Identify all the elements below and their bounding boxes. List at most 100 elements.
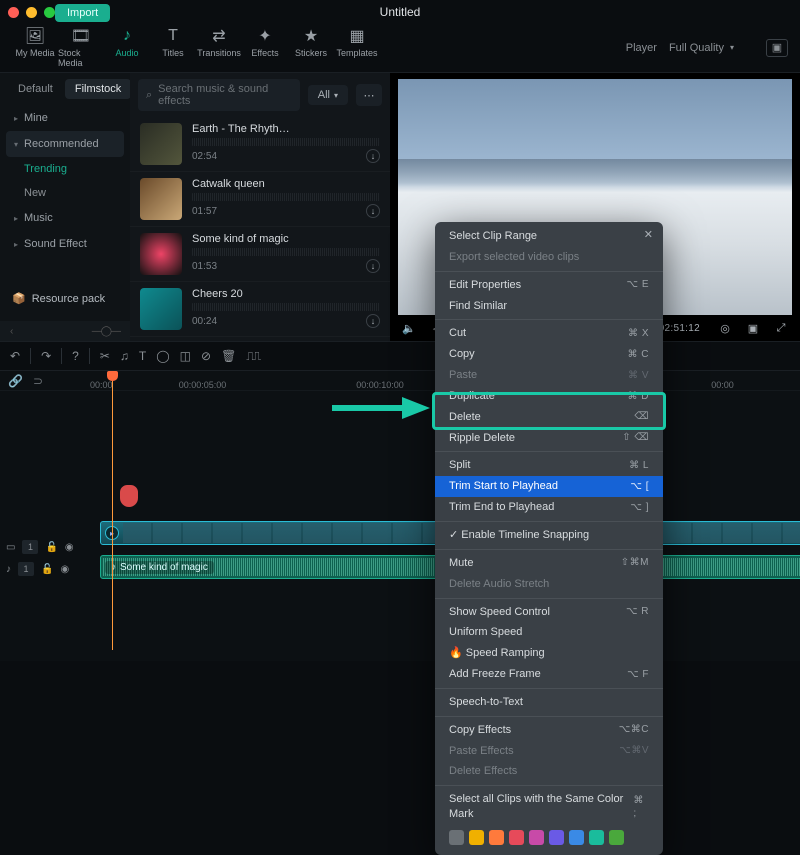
track-row[interactable]: Earth - The Rhyth…02:54↓ [130,117,390,172]
close-dot[interactable] [8,7,19,18]
ctx-item[interactable]: Find Similar [435,296,663,317]
minimize-dot[interactable] [26,7,37,18]
mixer-icon[interactable]: ⎍⎍ [246,349,259,364]
marker-icon[interactable]: ◯ [156,349,169,363]
ctx-item[interactable]: Trim End to Playhead⌥ ] [435,497,663,518]
ctx-item[interactable]: Speech-to-Text [435,692,663,713]
tab-stickers[interactable]: ★Stickers [288,27,334,68]
download-icon[interactable]: ↓ [366,149,380,163]
audio-lane-header[interactable]: ♪1🔓◉ [6,562,74,576]
track-row[interactable]: Happy Holidays-Al…01:09↓ [130,337,390,341]
close-icon[interactable]: ✕ [644,228,653,241]
camera-icon[interactable]: ◎ [716,322,734,335]
tab-stock-media[interactable]: 🎞Stock Media [58,27,104,68]
ctx-item[interactable]: Trim Start to Playhead⌥ [ [435,476,663,497]
lock-icon[interactable]: 🔓 [45,542,57,553]
source-tab-default[interactable]: Default [8,79,63,99]
ctx-item[interactable]: Select all Clips with the Same Color Mar… [435,789,663,825]
chevron-left-icon[interactable]: ‹ [10,326,13,337]
ctx-item[interactable]: 🔥 Speed Ramping [435,643,663,664]
snapshot-button[interactable]: ▣ [766,39,788,57]
quality-dropdown[interactable]: Full Quality▾ [669,42,734,54]
ctx-label: 🔥 Speed Ramping [449,646,545,661]
sidebar-item-sound-effect[interactable]: ▸Sound Effect [0,231,130,257]
ctx-label: Paste Effects [449,744,514,759]
tab-my-media[interactable]: 🖼My Media [12,27,58,68]
ctx-item[interactable]: Copy⌘ C [435,344,663,365]
sidebar-item-new[interactable]: New [0,181,130,205]
ctx-item[interactable]: Split⌘ L [435,455,663,476]
ctx-item[interactable]: Copy Effects⌥⌘C [435,720,663,741]
speed-icon[interactable]: ⊘ [201,349,211,363]
ctx-item[interactable]: Edit Properties⌥ E [435,275,663,296]
ctx-item[interactable]: Mute⇧⌘M [435,553,663,574]
sidebar-item-mine[interactable]: ▸Mine [0,105,130,131]
undo-icon[interactable]: ↶ [10,349,20,363]
color-swatch[interactable] [589,830,604,845]
track-thumb [140,288,182,330]
tab-transitions[interactable]: ⇄Transitions [196,27,242,68]
ctx-label: Delete [449,410,481,425]
text-icon[interactable]: T [139,349,146,363]
cut-icon[interactable]: ✂ [100,349,110,363]
ctx-item[interactable]: Ripple Delete⇧ ⌫ [435,428,663,449]
crop-icon[interactable]: ▣ [744,322,762,335]
ctx-item[interactable]: Duplicate⌘ D [435,386,663,407]
ctx-item[interactable]: Delete⌫ [435,407,663,428]
download-icon[interactable]: ↓ [366,204,380,218]
ctx-item: Delete Audio Stretch [435,574,663,595]
maximize-dot[interactable] [44,7,55,18]
sidebar-item-trending[interactable]: Trending [0,157,130,181]
track-row[interactable]: Some kind of magic01:53↓ [130,227,390,282]
filter-all-dropdown[interactable]: All▾ [308,85,348,105]
source-tab-filmstock[interactable]: Filmstock [65,79,131,99]
ctx-item[interactable]: Show Speed Control⌥ R [435,602,663,623]
ctx-item[interactable]: Enable Timeline Snapping [435,525,663,546]
audio-clip-label: Some kind of magic [120,562,208,573]
crop-tool-icon[interactable]: ◫ [180,349,191,363]
tab-titles[interactable]: TTitles [150,27,196,68]
tab-audio[interactable]: ♪Audio [104,27,150,68]
tab-effects[interactable]: ✦Effects [242,27,288,68]
color-swatch[interactable] [549,830,564,845]
color-swatch[interactable] [469,830,484,845]
ctx-label: Duplicate [449,389,495,404]
fullscreen-icon[interactable]: ⤢ [772,322,790,335]
sidebar-item-music[interactable]: ▸Music [0,205,130,231]
more-button[interactable]: ⋯ [356,84,382,106]
slider-icon[interactable]: —◯— [92,326,120,337]
mute-icon[interactable]: ◉ [65,542,74,553]
download-icon[interactable]: ↓ [366,314,380,328]
marker[interactable] [120,485,138,507]
track-row[interactable]: Cheers 2000:24↓ [130,282,390,337]
color-swatch[interactable] [489,830,504,845]
music-icon[interactable]: ♫ [120,349,129,363]
mute-icon[interactable]: ◉ [60,564,69,575]
import-button[interactable]: Import [55,4,110,22]
help-icon[interactable]: ? [72,349,79,363]
color-swatch[interactable] [529,830,544,845]
tab-templates[interactable]: ▦Templates [334,27,380,68]
color-swatch[interactable] [609,830,624,845]
color-swatch[interactable] [449,830,464,845]
trash-icon[interactable]: 🗑 [221,349,236,363]
search-input[interactable]: ⌕Search music & sound effects [138,79,300,111]
color-swatch[interactable] [509,830,524,845]
timeline-ruler[interactable]: 00:0000:00:05:0000:00:10:0000:00 [0,371,800,391]
video-lane-header[interactable]: ▭1🔓◉ [6,540,74,554]
ctx-item[interactable]: Add Freeze Frame⌥ F [435,664,663,685]
ctx-item[interactable]: Uniform Speed [435,622,663,643]
ctx-item[interactable]: Cut⌘ X [435,323,663,344]
lock-icon[interactable]: 🔓 [41,564,53,575]
redo-icon[interactable]: ↷ [41,349,51,363]
playhead[interactable] [112,375,113,650]
color-swatch[interactable] [569,830,584,845]
track-row[interactable]: Catwalk queen01:57↓ [130,172,390,227]
sidebar-item-resource-pack[interactable]: 📦Resource pack [0,284,130,321]
volume-icon[interactable]: 🔈 [400,322,418,335]
context-menu: ✕ Select Clip Range Export selected vide… [435,222,663,855]
player-header: Player Full Quality▾ ▣ [626,27,788,68]
sidebar-item-recommended[interactable]: ▾Recommended [6,131,124,157]
tab-label: Titles [162,48,183,58]
download-icon[interactable]: ↓ [366,259,380,273]
